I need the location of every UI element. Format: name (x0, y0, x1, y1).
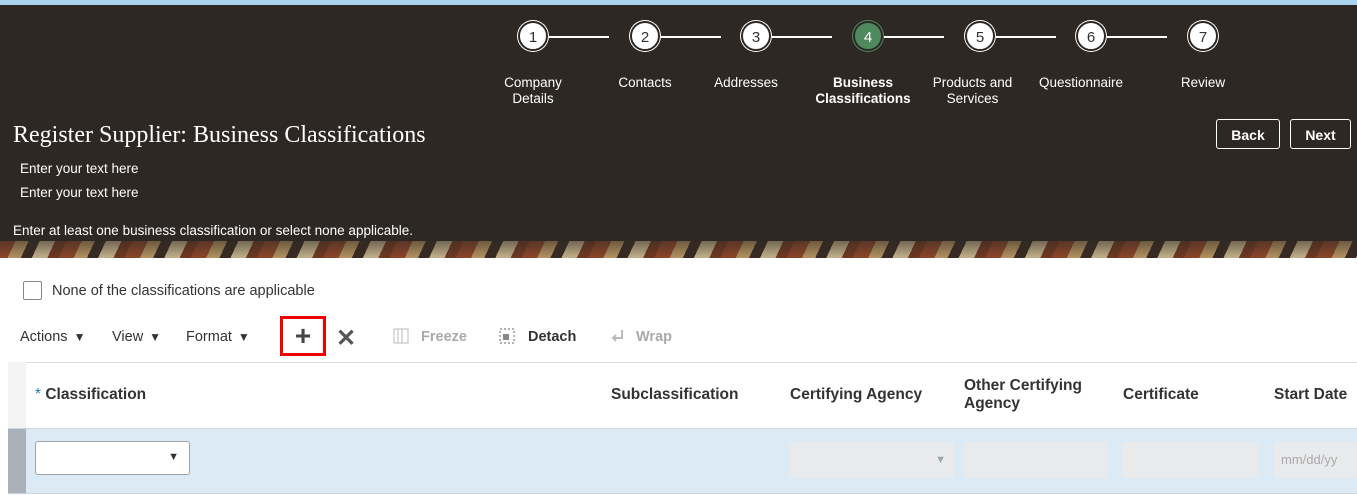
column-header-certificate[interactable]: Certificate (1123, 386, 1199, 404)
start-date-placeholder: mm/dd/yy (1281, 452, 1338, 467)
view-menu-label: View (112, 329, 144, 345)
actions-menu-label: Actions (20, 329, 68, 345)
column-header-subclassification[interactable]: Subclassification (611, 386, 738, 404)
chevron-down-icon: ▼ (935, 454, 946, 466)
page-header: 1 2 3 4 5 6 7 Company Details Contacts A… (0, 0, 1357, 258)
page-title: Register Supplier: Business Classificati… (13, 122, 426, 148)
table-divider (8, 362, 1357, 363)
classification-header-label: Classification (45, 386, 147, 403)
train-step-label-7[interactable]: Review (1143, 75, 1263, 91)
train-step-1[interactable]: 1 (518, 21, 548, 51)
train-step-label-4[interactable]: Business Classifications (808, 75, 918, 107)
row-selector[interactable] (8, 429, 26, 493)
header-text-2: Enter your text here (20, 185, 139, 200)
certifying-agency-select: ▼ (789, 442, 954, 478)
caret-down-icon: ▼ (73, 330, 86, 344)
header-banner-image (0, 241, 1357, 258)
detach-icon (499, 328, 515, 344)
train-step-4[interactable]: 4 (853, 21, 883, 51)
column-header-classification[interactable]: * Classification (35, 386, 146, 404)
other-certifying-agency-input (964, 442, 1108, 478)
train-connector (549, 36, 609, 38)
train-step-3[interactable]: 3 (741, 21, 771, 51)
freeze-icon (393, 328, 409, 344)
add-row-button[interactable]: + (280, 316, 326, 356)
required-marker: * (35, 386, 42, 403)
chevron-down-icon: ▼ (168, 451, 179, 463)
header-instruction: Enter at least one business classificati… (13, 223, 413, 238)
none-applicable-checkbox[interactable] (23, 281, 42, 300)
train-connector (661, 36, 721, 38)
train-connector (772, 36, 832, 38)
column-header-start-date[interactable]: Start Date (1274, 386, 1347, 404)
next-button[interactable]: Next (1290, 119, 1351, 149)
train-step-label-5[interactable]: Products and Services (915, 75, 1030, 107)
train-connector (884, 36, 944, 38)
train-step-7[interactable]: 7 (1188, 21, 1218, 51)
wrap-button[interactable]: Wrap (636, 329, 672, 345)
train-step-label-1[interactable]: Company Details (473, 75, 593, 107)
format-menu[interactable]: Format ▼ (186, 329, 250, 345)
train-step-2[interactable]: 2 (630, 21, 660, 51)
certificate-input (1123, 442, 1259, 478)
detach-button[interactable]: Detach (528, 329, 576, 345)
header-text-1: Enter your text here (20, 161, 139, 176)
plus-icon: + (294, 320, 312, 351)
wrap-icon (611, 330, 623, 342)
actions-menu[interactable]: Actions ▼ (20, 329, 85, 345)
view-menu[interactable]: View ▼ (112, 329, 161, 345)
caret-down-icon: ▼ (149, 330, 162, 344)
train-connector (996, 36, 1056, 38)
train-step-label-6[interactable]: Questionnaire (1021, 75, 1141, 91)
row-divider (8, 493, 1357, 494)
caret-down-icon: ▼ (237, 330, 250, 344)
train-connector (1107, 36, 1167, 38)
format-menu-label: Format (186, 329, 232, 345)
back-button[interactable]: Back (1216, 119, 1280, 149)
none-applicable-label: None of the classifications are applicab… (52, 283, 315, 299)
train-step-5[interactable]: 5 (965, 21, 995, 51)
classification-select[interactable]: ▼ (35, 441, 190, 475)
freeze-button[interactable]: Freeze (421, 329, 467, 345)
column-header-certifying-agency[interactable]: Certifying Agency (790, 386, 922, 404)
close-icon[interactable]: ✕ (336, 324, 356, 353)
train-step-label-3[interactable]: Addresses (686, 75, 806, 91)
train-step-6[interactable]: 6 (1076, 21, 1106, 51)
column-header-other-certifying-agency[interactable]: Other Certifying Agency (964, 377, 1082, 413)
